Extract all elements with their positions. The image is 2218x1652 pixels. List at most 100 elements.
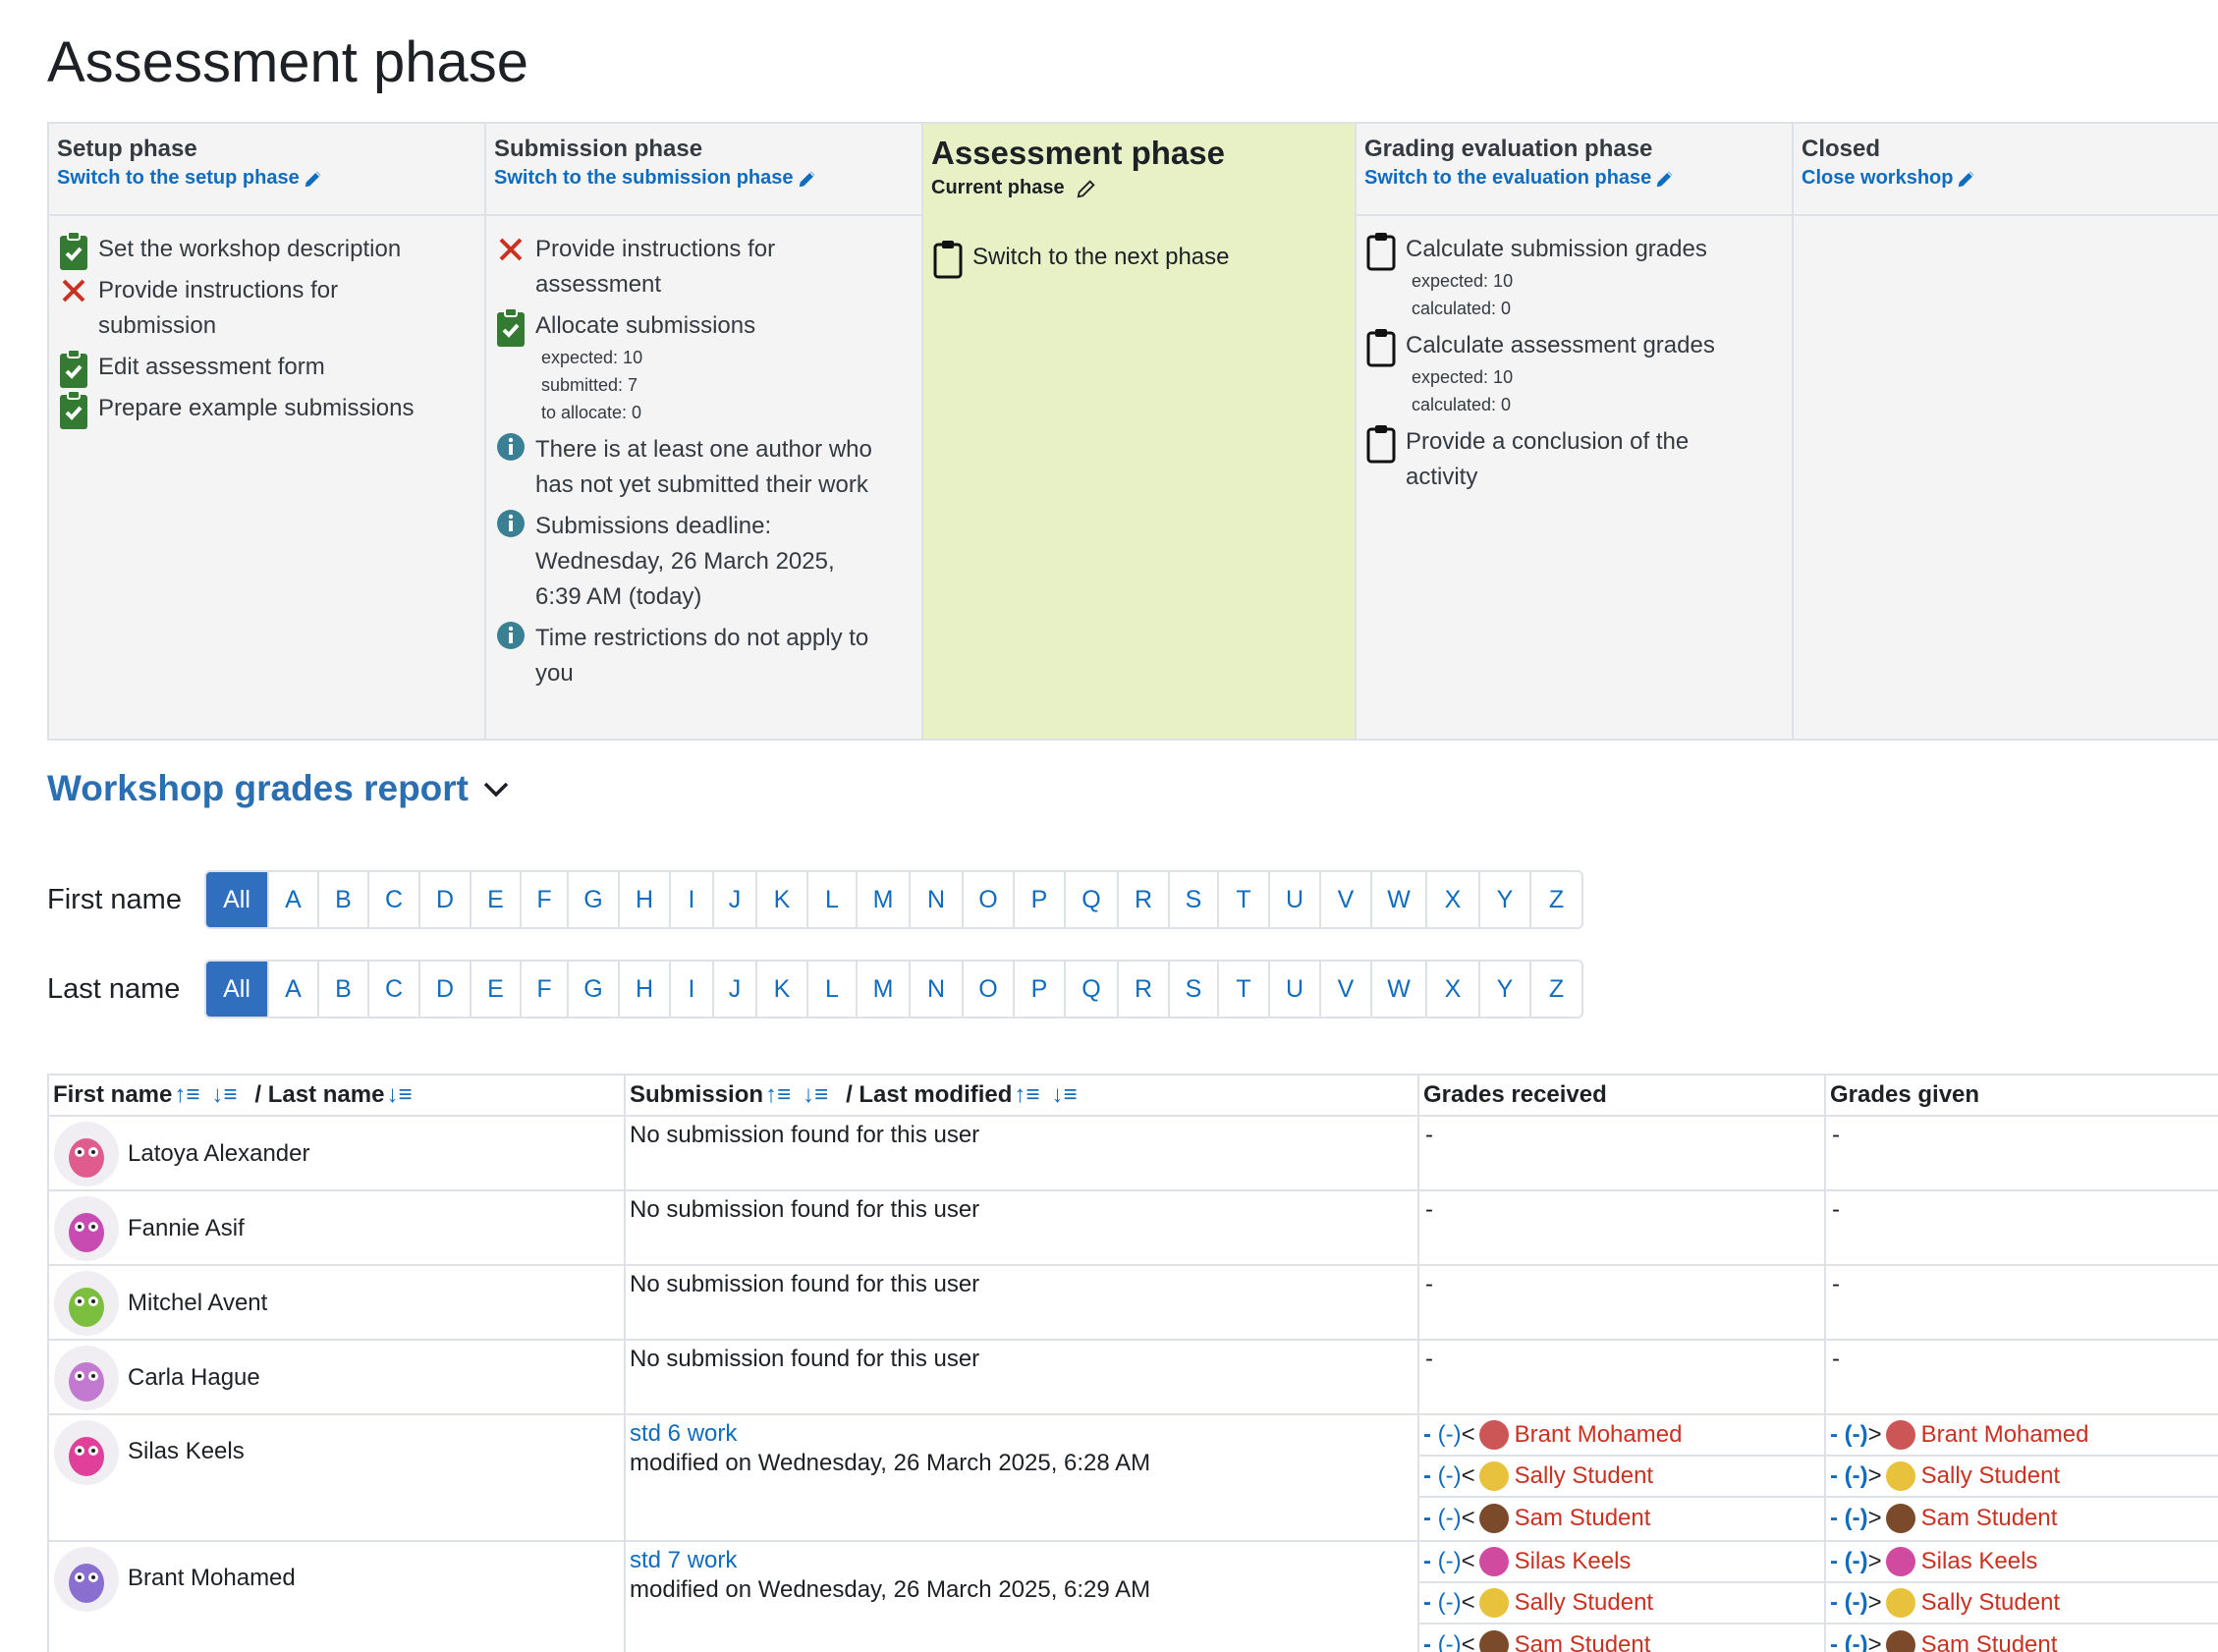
assessment-grade-link[interactable]: (-) [1438,1588,1462,1618]
last-name-initial-d[interactable]: D [420,962,471,1017]
sort-desc-icon[interactable]: ↓≡ [1051,1081,1077,1109]
last-name-initial-r[interactable]: R [1119,962,1170,1017]
first-name-initial-n[interactable]: N [911,872,964,927]
assessment-grade-link[interactable]: (-) [1845,1420,1868,1450]
last-name-initial-t[interactable]: T [1219,962,1270,1017]
first-name-sort-link[interactable]: First name [53,1081,172,1109]
first-name-initial-q[interactable]: Q [1066,872,1119,927]
first-name-initial-m[interactable]: M [858,872,911,927]
reviewer-name-link[interactable]: Sally Student [1921,1461,2060,1491]
avatar[interactable] [53,1419,120,1486]
avatar[interactable] [53,1270,120,1337]
first-name-initial-a[interactable]: A [269,872,319,927]
reviewer-name-link[interactable]: Sally Student [1515,1461,1653,1491]
last-name-initial-s[interactable]: S [1170,962,1219,1017]
switch-submission-phase-link[interactable]: Switch to the submission phase [494,167,921,190]
user-name[interactable]: Silas Keels [128,1437,245,1466]
first-name-initial-b[interactable]: B [319,872,369,927]
sort-desc-icon[interactable]: ↓≡ [211,1081,237,1109]
first-name-initial-all[interactable]: All [206,872,269,927]
assessment-grade-link[interactable]: (-) [1438,1630,1462,1652]
last-name-initial-c[interactable]: C [369,962,420,1017]
last-name-initial-y[interactable]: Y [1480,962,1531,1017]
assessment-grade-link[interactable]: (-) [1845,1504,1868,1533]
last-name-initial-f[interactable]: F [522,962,569,1017]
report-heading-toggle[interactable]: Workshop grades report [47,768,510,809]
user-name[interactable]: Fannie Asif [128,1214,245,1243]
last-name-initial-o[interactable]: O [964,962,1015,1017]
first-name-initial-h[interactable]: H [620,872,671,927]
first-name-initial-v[interactable]: V [1321,872,1372,927]
first-name-initial-y[interactable]: Y [1480,872,1531,927]
first-name-initial-g[interactable]: G [569,872,620,927]
first-name-initial-x[interactable]: X [1427,872,1480,927]
last-name-initial-n[interactable]: N [911,962,964,1017]
first-name-initial-e[interactable]: E [471,872,522,927]
first-name-initial-i[interactable]: I [671,872,714,927]
user-name[interactable]: Brant Mohamed [128,1564,296,1593]
last-name-initial-z[interactable]: Z [1531,962,1581,1017]
sort-desc-icon[interactable]: ↓≡ [803,1081,828,1109]
user-name[interactable]: Latoya Alexander [128,1139,309,1169]
first-name-initial-t[interactable]: T [1219,872,1270,927]
last-name-initial-i[interactable]: I [671,962,714,1017]
first-name-initial-l[interactable]: L [808,872,858,927]
last-name-initial-x[interactable]: X [1427,962,1480,1017]
close-workshop-link[interactable]: Close workshop [1802,167,2218,190]
last-name-initial-b[interactable]: B [319,962,369,1017]
sort-desc-icon[interactable]: ↓≡ [386,1081,412,1109]
last-name-initial-a[interactable]: A [269,962,319,1017]
assessment-grade-link[interactable]: (-) [1845,1630,1868,1652]
sort-asc-icon[interactable]: ↑≡ [1014,1081,1039,1109]
assessment-grade-link[interactable]: (-) [1438,1504,1462,1533]
assessment-grade-link[interactable]: (-) [1438,1547,1462,1576]
sort-asc-icon[interactable]: ↑≡ [765,1081,791,1109]
switch-setup-phase-link[interactable]: Switch to the setup phase [57,167,484,190]
submission-sort-link[interactable]: Submission [630,1081,763,1109]
task-item[interactable]: Switch to the next phase [931,240,1355,279]
reviewer-name-link[interactable]: Brant Mohamed [1921,1420,2089,1450]
assessment-grade-link[interactable]: (-) [1845,1461,1868,1491]
reviewer-name-link[interactable]: Silas Keels [1515,1547,1632,1576]
avatar[interactable] [53,1195,120,1262]
first-name-initial-f[interactable]: F [522,872,569,927]
user-name[interactable]: Mitchel Avent [128,1289,267,1318]
first-name-initial-o[interactable]: O [964,872,1015,927]
last-name-initial-v[interactable]: V [1321,962,1372,1017]
last-name-initial-h[interactable]: H [620,962,671,1017]
last-name-initial-m[interactable]: M [858,962,911,1017]
assessment-grade-link[interactable]: (-) [1438,1420,1462,1450]
reviewer-name-link[interactable]: Silas Keels [1921,1547,2038,1576]
first-name-initial-j[interactable]: J [714,872,757,927]
last-name-initial-g[interactable]: G [569,962,620,1017]
last-name-initial-l[interactable]: L [808,962,858,1017]
avatar[interactable] [53,1345,120,1411]
sort-asc-icon[interactable]: ↑≡ [174,1081,199,1109]
last-name-sort-link[interactable]: / Last name [254,1081,384,1109]
reviewer-name-link[interactable]: Brant Mohamed [1515,1420,1683,1450]
submission-link[interactable]: std 6 work [630,1420,737,1447]
assessment-grade-link[interactable]: (-) [1845,1547,1868,1576]
last-name-initial-j[interactable]: J [714,962,757,1017]
first-name-initial-z[interactable]: Z [1531,872,1581,927]
reviewer-name-link[interactable]: Sally Student [1921,1588,2060,1618]
first-name-initial-r[interactable]: R [1119,872,1170,927]
last-name-initial-q[interactable]: Q [1066,962,1119,1017]
user-name[interactable]: Carla Hague [128,1363,260,1393]
switch-evaluation-phase-link[interactable]: Switch to the evaluation phase [1364,167,1792,190]
reviewer-name-link[interactable]: Sally Student [1515,1588,1653,1618]
first-name-initial-p[interactable]: P [1015,872,1066,927]
last-name-initial-u[interactable]: U [1270,962,1321,1017]
reviewer-name-link[interactable]: Sam Student [1921,1630,2058,1652]
last-name-initial-p[interactable]: P [1015,962,1066,1017]
submission-link[interactable]: std 7 work [630,1547,737,1573]
last-modified-sort-link[interactable]: / Last modified [846,1081,1012,1109]
first-name-initial-c[interactable]: C [369,872,420,927]
first-name-initial-u[interactable]: U [1270,872,1321,927]
last-name-initial-all[interactable]: All [206,962,269,1017]
first-name-initial-w[interactable]: W [1372,872,1427,927]
reviewer-name-link[interactable]: Sam Student [1515,1504,1651,1533]
last-name-initial-e[interactable]: E [471,962,522,1017]
reviewer-name-link[interactable]: Sam Student [1515,1630,1651,1652]
avatar[interactable] [53,1546,120,1613]
